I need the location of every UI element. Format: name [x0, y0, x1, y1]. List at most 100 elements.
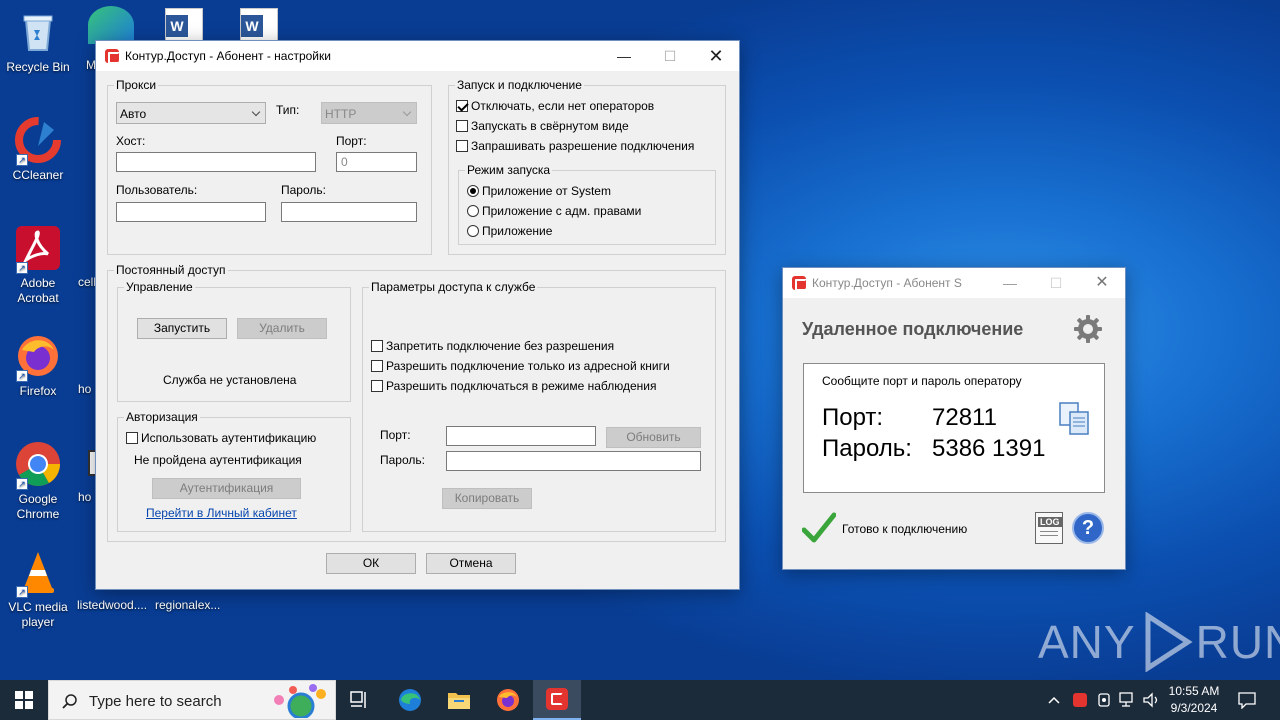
- search-placeholder: Type here to search: [89, 693, 222, 710]
- cancel-button[interactable]: Отмена: [426, 553, 516, 574]
- checkbox-box[interactable]: [371, 340, 383, 352]
- close-button[interactable]: ✕: [1079, 268, 1125, 298]
- copy-button[interactable]: Копировать: [442, 488, 532, 509]
- observe-mode-checkbox[interactable]: Разрешить подключаться в режиме наблюден…: [371, 379, 656, 393]
- kontur-app-icon: [546, 688, 568, 710]
- proxy-mode-select[interactable]: Авто: [116, 102, 266, 124]
- checkbox-label: Отключать, если нет операторов: [471, 99, 655, 113]
- notifications-button[interactable]: [1232, 680, 1262, 720]
- minimized-checkbox[interactable]: Запускать в свёрнутом виде: [456, 119, 629, 133]
- refresh-button[interactable]: Обновить: [606, 427, 701, 448]
- proxy-password-input[interactable]: [281, 202, 417, 222]
- copy-credentials-icon[interactable]: [1058, 401, 1092, 437]
- service-port-input[interactable]: [446, 426, 596, 446]
- chevron-up-icon: [1048, 696, 1060, 704]
- checkbox-box[interactable]: [456, 140, 468, 152]
- kontur-tray-icon: [1073, 693, 1087, 707]
- taskbar-firefox[interactable]: [484, 680, 532, 720]
- proxy-password-label: Пароль:: [281, 183, 326, 197]
- connection-status: Готово к подключению: [842, 522, 968, 536]
- user-label: Пользователь:: [116, 183, 198, 197]
- title-bar[interactable]: Контур.Доступ - Абонент S — ☐ ✕: [783, 268, 1125, 298]
- radio-circle[interactable]: [467, 185, 479, 197]
- checkbox-box[interactable]: [456, 120, 468, 132]
- remote-connection-heading: Удаленное подключение: [802, 319, 1024, 339]
- proxy-type-select[interactable]: HTTP: [321, 102, 417, 124]
- delete-service-button[interactable]: Удалить: [237, 318, 327, 339]
- proxy-port-input[interactable]: 0: [336, 152, 417, 172]
- host-input[interactable]: [116, 152, 316, 172]
- radio-circle[interactable]: [467, 205, 479, 217]
- minimize-button[interactable]: —: [601, 41, 647, 71]
- service-password-label: Пароль:: [380, 453, 425, 467]
- desktop-partial-label: ho: [78, 382, 92, 396]
- maximize-button[interactable]: ☐: [647, 41, 693, 71]
- desktop-icon-vlc[interactable]: ↗ VLC media player: [0, 548, 76, 630]
- desktop-icon-recycle-bin[interactable]: Recycle Bin: [0, 8, 76, 75]
- taskbar-kontur[interactable]: [533, 680, 581, 720]
- ask-permission-checkbox[interactable]: Запрашивать разрешение подключения: [456, 139, 694, 153]
- ccleaner-icon: ↗: [14, 116, 62, 166]
- word-doc-icon[interactable]: W: [240, 8, 278, 42]
- tray-kontur[interactable]: [1068, 680, 1092, 720]
- checkbox-box[interactable]: [371, 360, 383, 372]
- title-bar[interactable]: Контур.Доступ - Абонент - настройки — ☐ …: [96, 41, 739, 71]
- checkbox-label: Запускать в свёрнутом виде: [471, 119, 629, 133]
- check-icon: [801, 512, 837, 544]
- anyrun-watermark: ANY RUN: [1038, 612, 1280, 672]
- address-book-only-checkbox[interactable]: Разрешить подключение только из адресной…: [371, 359, 670, 373]
- use-auth-checkbox[interactable]: Использовать аутентификацию: [126, 431, 316, 445]
- tray-volume[interactable]: [1140, 680, 1164, 720]
- help-icon[interactable]: ?: [1072, 512, 1104, 544]
- minimize-button[interactable]: —: [987, 268, 1033, 298]
- radio-circle[interactable]: [467, 225, 479, 237]
- desktop-icon-google-chrome[interactable]: ↗ Google Chrome: [0, 440, 76, 522]
- taskbar-edge[interactable]: [386, 680, 434, 720]
- search-box[interactable]: Type here to search: [48, 680, 336, 720]
- clock[interactable]: 10:55 AM 9/3/2024: [1164, 683, 1224, 717]
- desktop-icon-adobe-acrobat[interactable]: ↗ Adobe Acrobat: [0, 224, 76, 306]
- clock-date: 9/3/2024: [1170, 701, 1218, 715]
- desktop-partial-label: listedwood....: [77, 598, 148, 612]
- tray-device[interactable]: [1092, 680, 1116, 720]
- checkbox-box[interactable]: [371, 380, 383, 392]
- service-password-input[interactable]: [446, 451, 701, 471]
- proxy-port-label: Порт:: [336, 134, 367, 148]
- service-status-text: Служба не установлена: [163, 373, 297, 387]
- checkbox-box[interactable]: [456, 100, 468, 112]
- close-button[interactable]: ✕: [693, 41, 739, 71]
- start-button[interactable]: [0, 680, 48, 720]
- ok-button[interactable]: ОК: [326, 553, 416, 574]
- startup-legend: Запуск и подключение: [455, 78, 584, 92]
- taskbar-file-explorer[interactable]: [435, 680, 483, 720]
- checkbox-box[interactable]: [126, 432, 138, 444]
- auth-status-text: Не пройдена аутентификация: [134, 453, 302, 467]
- tray-overflow-chevron[interactable]: [1044, 680, 1064, 720]
- radio-label: Приложение: [482, 224, 553, 238]
- maximize-button[interactable]: ☐: [1033, 268, 1079, 298]
- firefox-icon: [497, 689, 519, 711]
- gear-icon[interactable]: [1072, 313, 1104, 345]
- authenticate-button[interactable]: Аутентификация: [152, 478, 301, 499]
- edge-desktop-icon[interactable]: [88, 6, 134, 44]
- user-input[interactable]: [116, 202, 266, 222]
- deny-without-permission-checkbox[interactable]: Запретить подключение без разрешения: [371, 339, 614, 353]
- mode-app-radio[interactable]: Приложение: [467, 224, 552, 238]
- log-icon[interactable]: LOG: [1035, 512, 1063, 544]
- desktop-icon-firefox[interactable]: ↗ Firefox: [0, 332, 76, 399]
- window-title: Контур.Доступ - Абонент S: [812, 276, 962, 290]
- chrome-icon: ↗: [14, 440, 62, 490]
- mode-admin-radio[interactable]: Приложение с адм. правами: [467, 204, 641, 218]
- radio-label: Приложение от System: [482, 184, 611, 198]
- task-view-button[interactable]: [336, 680, 384, 720]
- personal-cabinet-link[interactable]: Перейти в Личный кабинет: [146, 506, 297, 520]
- window-title: Контур.Доступ - Абонент - настройки: [125, 49, 331, 63]
- disconnect-checkbox[interactable]: Отключать, если нет операторов: [456, 99, 654, 113]
- recycle-bin-icon: [14, 8, 62, 56]
- start-service-button[interactable]: Запустить: [137, 318, 227, 339]
- mode-system-radio[interactable]: Приложение от System: [467, 184, 611, 198]
- desktop-icon-ccleaner[interactable]: ↗ CCleaner: [0, 116, 76, 183]
- search-icon: [62, 694, 77, 709]
- word-doc-icon[interactable]: W: [165, 8, 203, 42]
- tray-network[interactable]: [1116, 680, 1140, 720]
